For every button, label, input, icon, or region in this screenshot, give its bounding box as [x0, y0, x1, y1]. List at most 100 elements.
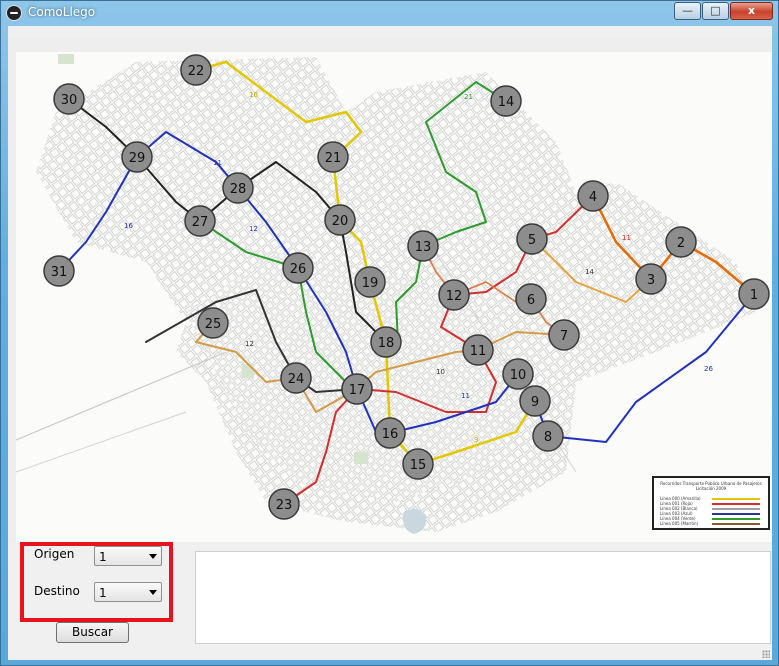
- stop-number: 29: [129, 151, 146, 166]
- stop-marker-19[interactable]: 19: [354, 266, 386, 298]
- stop-marker-3[interactable]: 3: [635, 263, 667, 295]
- origen-label: Origen: [34, 547, 75, 561]
- stop-marker-4[interactable]: 4: [577, 180, 609, 212]
- minimize-button[interactable]: —: [674, 2, 701, 20]
- route-label: 16: [249, 91, 258, 99]
- stop-marker-25[interactable]: 25: [197, 307, 229, 339]
- stop-number: 6: [527, 293, 535, 308]
- stop-marker-31[interactable]: 31: [43, 255, 75, 287]
- stop-number: 15: [410, 458, 427, 473]
- stop-marker-11[interactable]: 11: [462, 334, 494, 366]
- app-window: ComoLlego — □ x 16 21 11 11 16 12 14 10 …: [0, 0, 779, 666]
- destino-select[interactable]: 1: [94, 582, 162, 602]
- stop-marker-22[interactable]: 22: [180, 54, 212, 86]
- client-area: 16 21 11 11 16 12 14 10 11 26 9 12 1 2 3 4 5 6 7 8 9 10 11 12 1…: [8, 38, 772, 660]
- stop-marker-17[interactable]: 17: [341, 373, 373, 405]
- route-map: 16 21 11 11 16 12 14 10 11 26 9 12 1 2 3 4 5 6 7 8 9 10 11 12 1…: [16, 52, 772, 542]
- stop-marker-20[interactable]: 20: [324, 204, 356, 236]
- stop-marker-2[interactable]: 2: [665, 226, 697, 258]
- stop-number: 14: [498, 95, 515, 110]
- chevron-down-icon: [149, 590, 157, 595]
- stop-number: 5: [528, 233, 536, 248]
- map-legend: Recorridos Transporte Público Urbano de …: [652, 476, 770, 530]
- stop-number: 27: [192, 215, 209, 230]
- route-label: 11: [213, 159, 222, 167]
- stop-number: 25: [205, 317, 222, 332]
- stop-marker-29[interactable]: 29: [121, 141, 153, 173]
- stop-number: 12: [446, 289, 463, 304]
- route-label: 9: [474, 436, 478, 444]
- route-label: 10: [436, 368, 445, 376]
- route-map-canvas: 16 21111116 1214101126912 1234567891011121…: [16, 54, 770, 534]
- stop-marker-18[interactable]: 18: [370, 326, 402, 358]
- legend-row: Línea 005 (Marrón): [660, 521, 764, 526]
- stop-marker-16[interactable]: 16: [374, 417, 406, 449]
- stop-number: 26: [290, 262, 307, 277]
- stop-marker-7[interactable]: 7: [548, 319, 580, 351]
- legend-swatch: [712, 503, 760, 505]
- search-panel: Origen 1 Destino 1 Buscar: [8, 542, 772, 660]
- stop-number: 8: [544, 430, 552, 445]
- stop-number: 28: [230, 182, 247, 197]
- stop-marker-12[interactable]: 12: [438, 279, 470, 311]
- route-label: 11: [622, 234, 631, 242]
- stop-number: 10: [510, 368, 527, 383]
- stop-number: 24: [288, 372, 305, 387]
- route-label: 26: [704, 365, 713, 373]
- stop-marker-10[interactable]: 10: [502, 358, 534, 390]
- city-blocks: [16, 54, 756, 534]
- legend-swatch: [712, 518, 760, 520]
- maximize-button[interactable]: □: [702, 2, 729, 20]
- stop-number: 31: [51, 265, 68, 280]
- legend-swatch: [712, 498, 760, 500]
- stop-marker-8[interactable]: 8: [532, 420, 564, 452]
- stop-marker-15[interactable]: 15: [402, 448, 434, 480]
- stop-marker-5[interactable]: 5: [516, 223, 548, 255]
- stop-number: 21: [325, 151, 342, 166]
- stop-marker-24[interactable]: 24: [280, 362, 312, 394]
- stop-marker-1[interactable]: 1: [738, 278, 770, 310]
- stop-number: 23: [276, 498, 293, 513]
- route-label: 16: [124, 222, 133, 230]
- route-label: 11: [461, 392, 470, 400]
- stop-marker-21[interactable]: 21: [317, 141, 349, 173]
- route-label: 14: [585, 268, 594, 276]
- destino-label: Destino: [34, 584, 80, 598]
- stop-number: 18: [378, 336, 395, 351]
- window-title: ComoLlego: [28, 5, 96, 19]
- stop-marker-14[interactable]: 14: [490, 85, 522, 117]
- results-output[interactable]: [195, 551, 771, 644]
- app-icon: [6, 5, 22, 21]
- stop-number: 17: [349, 383, 366, 398]
- stop-number: 9: [531, 395, 539, 410]
- stop-number: 16: [382, 427, 399, 442]
- legend-swatch: [712, 513, 760, 515]
- stop-marker-26[interactable]: 26: [282, 252, 314, 284]
- resize-grip[interactable]: [762, 650, 770, 658]
- stop-marker-23[interactable]: 23: [268, 488, 300, 520]
- origen-select[interactable]: 1: [94, 546, 162, 566]
- route-label: 12: [249, 225, 258, 233]
- chevron-down-icon: [149, 554, 157, 559]
- buscar-button[interactable]: Buscar: [56, 622, 129, 643]
- stop-number: 3: [647, 273, 655, 288]
- stop-number: 19: [362, 276, 379, 291]
- stop-marker-27[interactable]: 27: [184, 205, 216, 237]
- route-label: 21: [464, 93, 473, 101]
- stop-marker-30[interactable]: 30: [53, 83, 85, 115]
- legend-swatch: [712, 508, 760, 510]
- stop-number: 11: [470, 344, 487, 359]
- route-label: 12: [245, 340, 254, 348]
- close-button[interactable]: x: [730, 2, 773, 20]
- legend-subtitle: Licitación 2009: [695, 486, 727, 491]
- stop-number: 4: [589, 190, 597, 205]
- stop-marker-28[interactable]: 28: [222, 172, 254, 204]
- stop-marker-13[interactable]: 13: [407, 230, 439, 262]
- stop-number: 30: [61, 93, 78, 108]
- stop-marker-9[interactable]: 9: [519, 385, 551, 417]
- stop-number: 1: [750, 288, 758, 303]
- stop-marker-6[interactable]: 6: [515, 283, 547, 315]
- title-bar[interactable]: ComoLlego — □ x: [1, 1, 778, 25]
- legend-swatch: [712, 523, 760, 525]
- stop-number: 22: [188, 64, 205, 79]
